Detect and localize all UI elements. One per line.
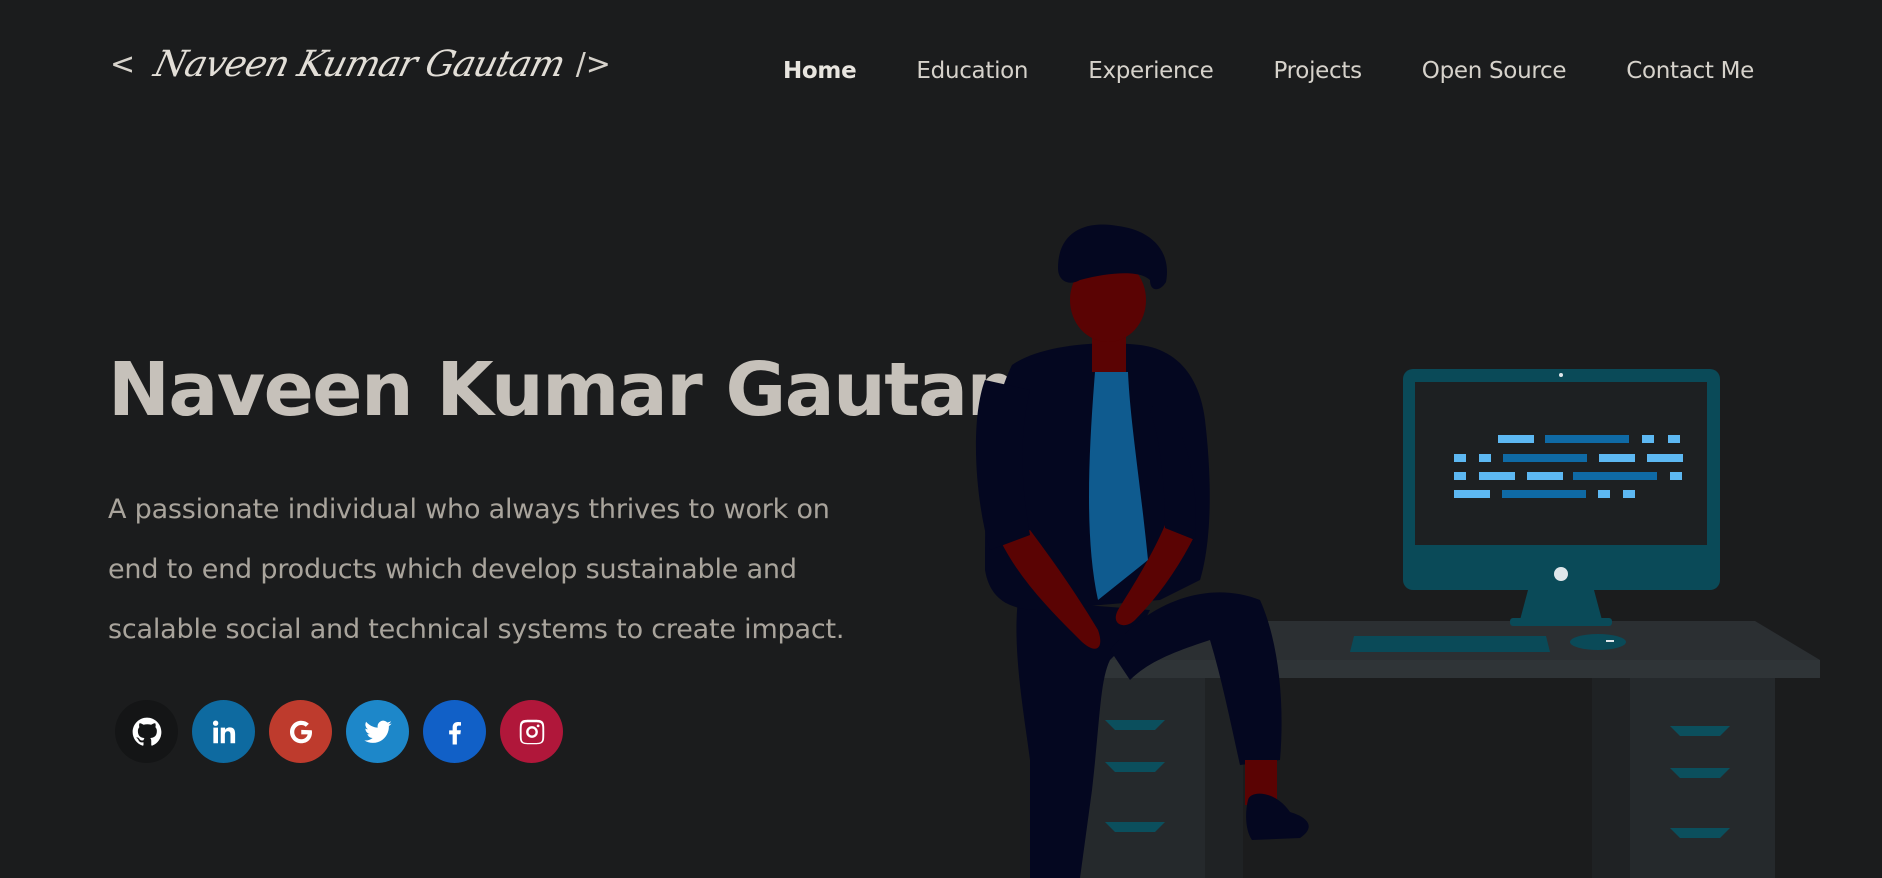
instagram-button[interactable]	[500, 700, 563, 763]
monitor	[1350, 369, 1720, 652]
logo-signature: Naveen Kumar Gautam	[150, 44, 569, 85]
google-button[interactable]	[269, 700, 332, 763]
social-links	[115, 700, 577, 763]
twitter-icon	[363, 720, 392, 743]
github-icon	[132, 717, 161, 746]
nav-home[interactable]: Home	[783, 58, 857, 84]
header: < Naveen Kumar Gautam /> Home Education …	[0, 0, 1882, 150]
facebook-icon	[448, 721, 461, 744]
instagram-icon	[519, 719, 544, 744]
site-logo[interactable]: < Naveen Kumar Gautam />	[110, 44, 611, 85]
hero-subtitle-line-3: scalable social and technical systems to…	[108, 614, 845, 645]
linkedin-icon	[212, 720, 235, 743]
logo-close-bracket: />	[575, 47, 611, 82]
hero-title: Naveen Kumar Gautam	[108, 347, 1044, 433]
facebook-button[interactable]	[423, 700, 486, 763]
nav-contact-me[interactable]: Contact Me	[1626, 58, 1754, 84]
hero-subtitle: A passionate individual who always thriv…	[108, 480, 908, 660]
desk	[1075, 621, 1820, 878]
nav-experience[interactable]: Experience	[1088, 58, 1214, 84]
hero-subtitle-line-2: end to end products which develop sustai…	[108, 554, 797, 585]
nav-open-source[interactable]: Open Source	[1422, 58, 1567, 84]
logo-open-bracket: <	[110, 47, 136, 82]
main-nav: Home Education Experience Projects Open …	[723, 58, 1754, 84]
google-icon	[289, 720, 312, 743]
hero-subtitle-line-1: A passionate individual who always thriv…	[108, 494, 830, 525]
nav-projects[interactable]: Projects	[1273, 58, 1362, 84]
github-button[interactable]	[115, 700, 178, 763]
nav-education[interactable]: Education	[916, 58, 1028, 84]
developer-illustration	[975, 224, 1820, 878]
twitter-button[interactable]	[346, 700, 409, 763]
linkedin-button[interactable]	[192, 700, 255, 763]
